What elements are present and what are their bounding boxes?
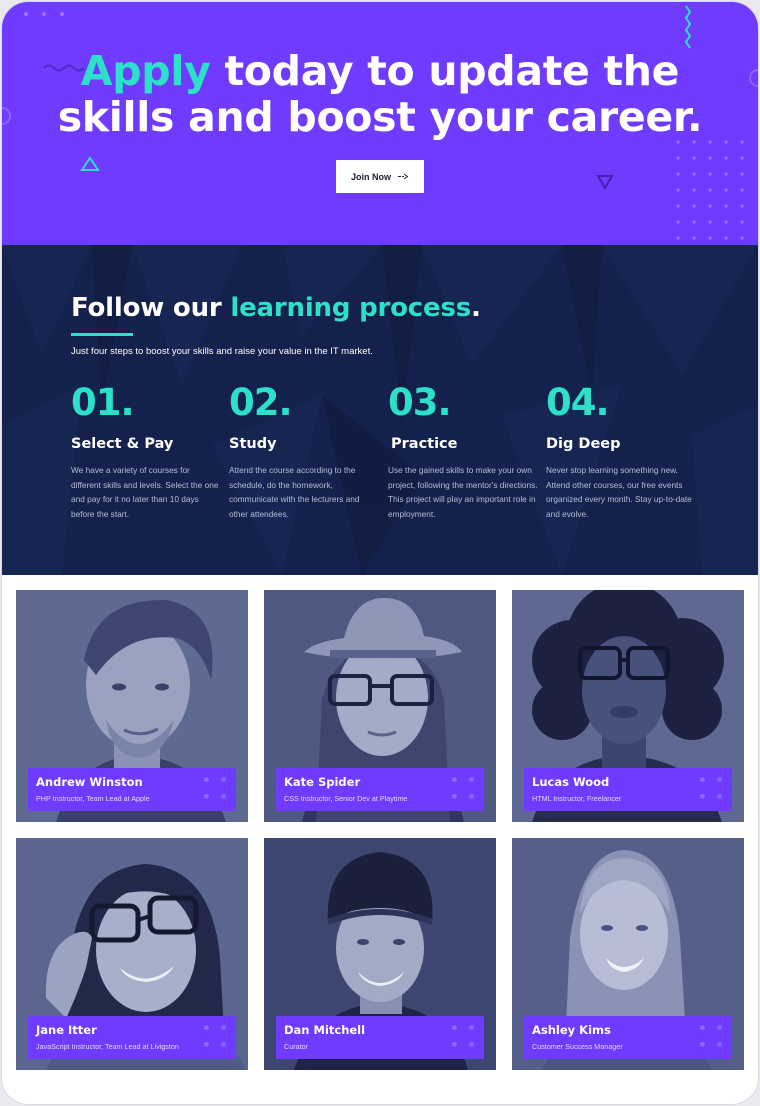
hero-title: Apply today to update the skills and boo… bbox=[2, 48, 758, 140]
team-member-name: Dan Mitchell bbox=[284, 1023, 366, 1037]
hero-section: Apply today to update the skills and boo… bbox=[2, 2, 758, 245]
team-card[interactable]: Lucas Wood HTML Instructor, Freelancer bbox=[512, 590, 744, 822]
team-member-name: Kate Spider bbox=[284, 775, 361, 789]
team-member-role: Curator bbox=[284, 1042, 308, 1051]
process-title-plain: Follow our bbox=[71, 293, 222, 323]
team-card-label: Andrew Winston PHP Instructor, Team Lead… bbox=[28, 768, 236, 811]
process-title-accent: learning process bbox=[230, 293, 471, 323]
step-4: 04. Dig Deep Never stop learning somethi… bbox=[546, 383, 696, 521]
team-member-name: Jane Itter bbox=[36, 1023, 97, 1037]
join-now-button[interactable]: Join Now bbox=[336, 160, 424, 193]
step-number: 04. bbox=[546, 381, 610, 424]
team-member-name: Andrew Winston bbox=[36, 775, 143, 789]
dots-icon bbox=[204, 1025, 228, 1049]
team-card[interactable]: Dan Mitchell Curator bbox=[264, 838, 496, 1070]
hero-title-line1: today to update the bbox=[224, 47, 680, 95]
title-underline bbox=[71, 333, 133, 336]
step-title: Select & Pay bbox=[71, 436, 174, 452]
step-title: Dig Deep bbox=[546, 436, 621, 452]
dots-icon bbox=[700, 1025, 724, 1049]
team-member-role: HTML Instructor, Freelancer bbox=[532, 794, 622, 803]
dots-icon bbox=[204, 777, 228, 801]
team-card[interactable]: Andrew Winston PHP Instructor, Team Lead… bbox=[16, 590, 248, 822]
process-title: Follow our learning process. bbox=[71, 293, 481, 323]
process-title-end: . bbox=[471, 293, 481, 323]
team-member-name: Lucas Wood bbox=[532, 775, 610, 789]
step-number: 01. bbox=[71, 381, 135, 424]
team-card-label: Lucas Wood HTML Instructor, Freelancer bbox=[524, 768, 732, 811]
dots-icon bbox=[452, 777, 476, 801]
page-frame: Apply today to update the skills and boo… bbox=[2, 2, 758, 1104]
team-member-name: Ashley Kims bbox=[532, 1023, 611, 1037]
hero-title-accent: Apply bbox=[80, 47, 211, 95]
step-title: Study bbox=[229, 436, 277, 452]
team-member-role: PHP Instructor, Team Lead at Apple bbox=[36, 794, 150, 803]
team-card[interactable]: Kate Spider CSS Instructor, Senior Dev a… bbox=[264, 590, 496, 822]
team-card-label: Kate Spider CSS Instructor, Senior Dev a… bbox=[276, 768, 484, 811]
step-description: We have a variety of courses for differe… bbox=[71, 465, 219, 519]
step-number: 03. bbox=[388, 381, 452, 424]
step-number: 02. bbox=[229, 381, 293, 424]
join-now-label: Join Now bbox=[351, 171, 391, 182]
learning-process-section: Follow our learning process. Just four s… bbox=[2, 245, 758, 575]
dots-icon bbox=[452, 1025, 476, 1049]
team-card-label: Dan Mitchell Curator bbox=[276, 1016, 484, 1059]
step-description: Attend the course according to the sched… bbox=[229, 465, 360, 519]
team-member-role: Customer Success Manager bbox=[532, 1042, 623, 1051]
arrow-right-icon bbox=[398, 173, 409, 180]
process-subtitle: Just four steps to boost your skills and… bbox=[71, 346, 373, 357]
step-2: 02. Study Attend the course according to… bbox=[229, 383, 379, 521]
team-card[interactable]: Jane Itter JavaScript Instructor, Team L… bbox=[16, 838, 248, 1070]
team-card-label: Ashley Kims Customer Success Manager bbox=[524, 1016, 732, 1059]
step-description: Never stop learning something new. Atten… bbox=[546, 465, 692, 519]
step-3: 03. Practice Use the gained skills to ma… bbox=[388, 383, 538, 521]
hero-title-line2: skills and boost your career. bbox=[57, 93, 703, 141]
team-member-role: CSS Instructor, Senior Dev at Playtime bbox=[284, 794, 408, 803]
team-member-role: JavaScript Instructor, Team Lead at Livi… bbox=[36, 1042, 179, 1051]
dots-icon bbox=[700, 777, 724, 801]
team-card-label: Jane Itter JavaScript Instructor, Team L… bbox=[28, 1016, 236, 1059]
team-card[interactable]: Ashley Kims Customer Success Manager bbox=[512, 838, 744, 1070]
step-1: 01. Select & Pay We have a variety of co… bbox=[71, 383, 221, 521]
step-description: Use the gained skills to make your own p… bbox=[388, 465, 538, 519]
step-title: Practice bbox=[391, 436, 458, 452]
